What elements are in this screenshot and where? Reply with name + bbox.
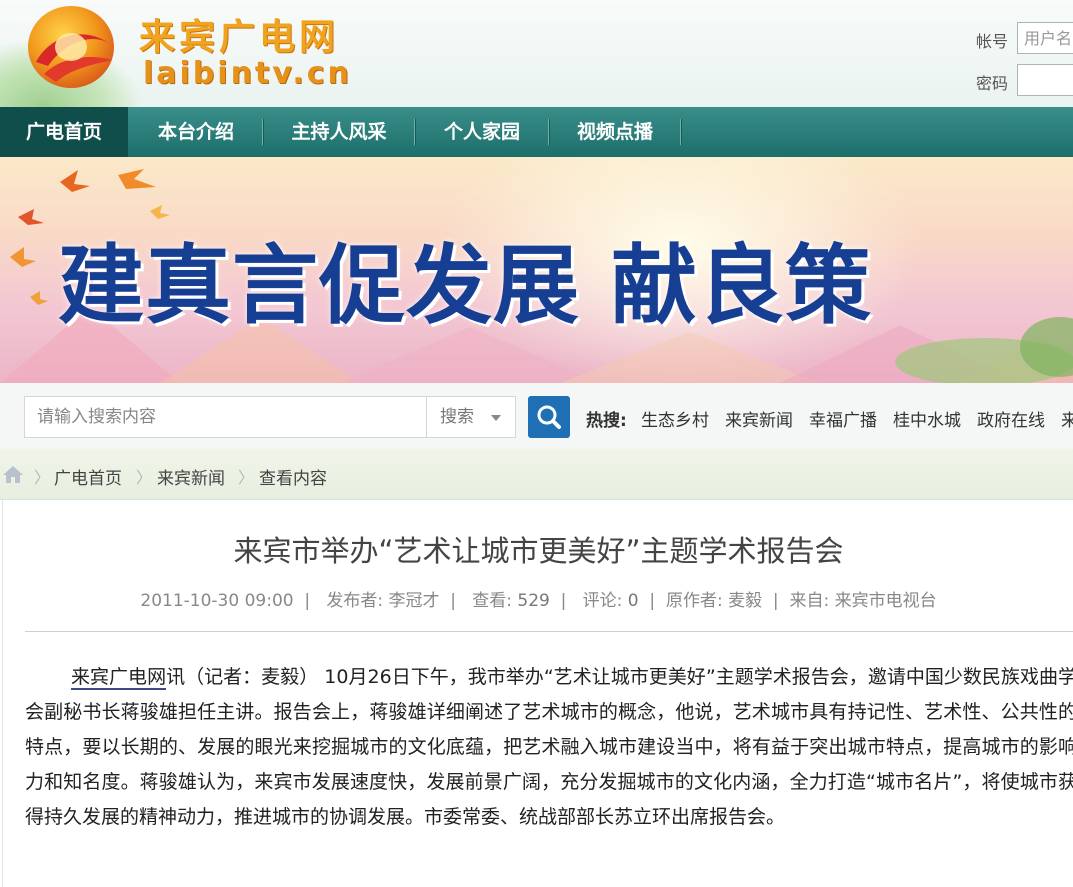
meta-divider: | xyxy=(644,591,661,611)
source-label: 来自: xyxy=(789,591,830,611)
hot-search-link[interactable]: 桂中水城 xyxy=(893,406,961,431)
author-label: 原作者: xyxy=(665,591,723,611)
meta-divider: | xyxy=(555,591,578,611)
password-label: 密码 xyxy=(976,74,1009,93)
hot-search-link[interactable]: 来 xyxy=(1061,406,1073,431)
nav-item-personal-home[interactable]: 个人家园 xyxy=(418,107,546,157)
hot-search-label: 热搜: xyxy=(586,411,627,431)
article-author: 麦毅 xyxy=(728,591,763,611)
nav-divider xyxy=(548,119,550,145)
article-title: 来宾市举办“艺术让城市更美好”主题学术报告会 xyxy=(233,534,844,568)
hot-search-link[interactable]: 生态乡村 xyxy=(641,406,709,431)
article-date: 2011-10-30 09:00 xyxy=(140,591,294,611)
site-logo-icon[interactable] xyxy=(26,4,116,90)
meta-divider: | xyxy=(444,591,467,611)
article-publisher[interactable]: 李冠才 xyxy=(389,591,440,611)
breadcrumb-item-news[interactable]: 来宾新闻 xyxy=(157,464,225,489)
chevron-right-icon: 〉 xyxy=(136,468,153,487)
account-input[interactable] xyxy=(1017,22,1073,54)
search-type-value: 搜索 xyxy=(440,407,474,427)
publisher-label: 发布者: xyxy=(326,591,384,611)
nav-item-about[interactable]: 本台介绍 xyxy=(134,107,258,157)
search-type-select[interactable]: 搜索 xyxy=(426,396,516,438)
hot-search-link[interactable]: 来宾新闻 xyxy=(725,406,793,431)
meta-divider: | xyxy=(767,591,785,611)
nav-item-video-on-demand[interactable]: 视频点播 xyxy=(552,107,678,157)
chevron-down-icon xyxy=(491,415,501,421)
main-nav: 广电首页 本台介绍 主持人风采 个人家园 视频点播 xyxy=(0,107,1073,158)
breadcrumb-item-current: 查看内容 xyxy=(259,469,327,489)
article-body-text: 讯（记者：麦毅） 10月26日下午，我市举办“艺术让城市更美好”主题学术报告会，… xyxy=(25,666,1073,828)
nav-divider xyxy=(414,119,416,145)
nav-item-hosts[interactable]: 主持人风采 xyxy=(266,107,412,157)
hot-search-link[interactable]: 政府在线 xyxy=(977,406,1045,431)
banner-headline: 建真言促发展 献良策 xyxy=(58,235,872,336)
article-views: 529 xyxy=(517,591,550,611)
nav-item-home[interactable]: 广电首页 xyxy=(0,107,128,157)
chevron-right-icon: 〉 xyxy=(238,468,255,487)
nav-divider xyxy=(262,119,264,145)
search-button[interactable] xyxy=(528,396,570,438)
password-input[interactable] xyxy=(1017,64,1073,96)
article-divider xyxy=(25,631,1073,632)
nav-divider xyxy=(680,119,682,145)
meta-divider: | xyxy=(299,591,321,611)
banner: 建真言促发展 献良策 xyxy=(0,157,1073,383)
article: 来宾市举办“艺术让城市更美好”主题学术报告会 2011-10-30 09:00 … xyxy=(2,500,1073,887)
search-bar: 搜索 热搜: 生态乡村 来宾新闻 幸福广播 桂中水城 政府在线 来 xyxy=(0,383,1073,449)
article-body: 来宾广电网讯（记者：麦毅） 10月26日下午，我市举办“艺术让城市更美好”主题学… xyxy=(25,660,1073,835)
breadcrumb: 〉 广电首页 〉 来宾新闻 〉 查看内容 xyxy=(0,449,1073,500)
views-label: 查看: xyxy=(472,591,512,611)
home-icon[interactable] xyxy=(2,464,24,484)
article-comments[interactable]: 0 xyxy=(628,591,639,611)
site-domain[interactable]: laibintv.cn xyxy=(143,56,352,91)
site-header: 来宾广电网 laibintv.cn 帐号 密码 xyxy=(0,0,1073,107)
site-name-chinese[interactable]: 来宾广电网 xyxy=(139,8,339,60)
search-icon xyxy=(537,405,561,429)
search-input[interactable] xyxy=(24,396,426,438)
comments-label: 评论: xyxy=(582,591,623,611)
breadcrumb-item-home[interactable]: 广电首页 xyxy=(54,464,122,489)
article-source: 来宾市电视台 xyxy=(834,591,937,611)
article-meta: 2011-10-30 09:00 | 发布者: 李冠才 | 查看: 529 | … xyxy=(3,586,1073,611)
article-source-link[interactable]: 来宾广电网 xyxy=(71,666,167,690)
hot-search-link[interactable]: 幸福广播 xyxy=(809,406,877,431)
account-label: 帐号 xyxy=(976,32,1009,51)
chevron-right-icon: 〉 xyxy=(34,468,51,487)
